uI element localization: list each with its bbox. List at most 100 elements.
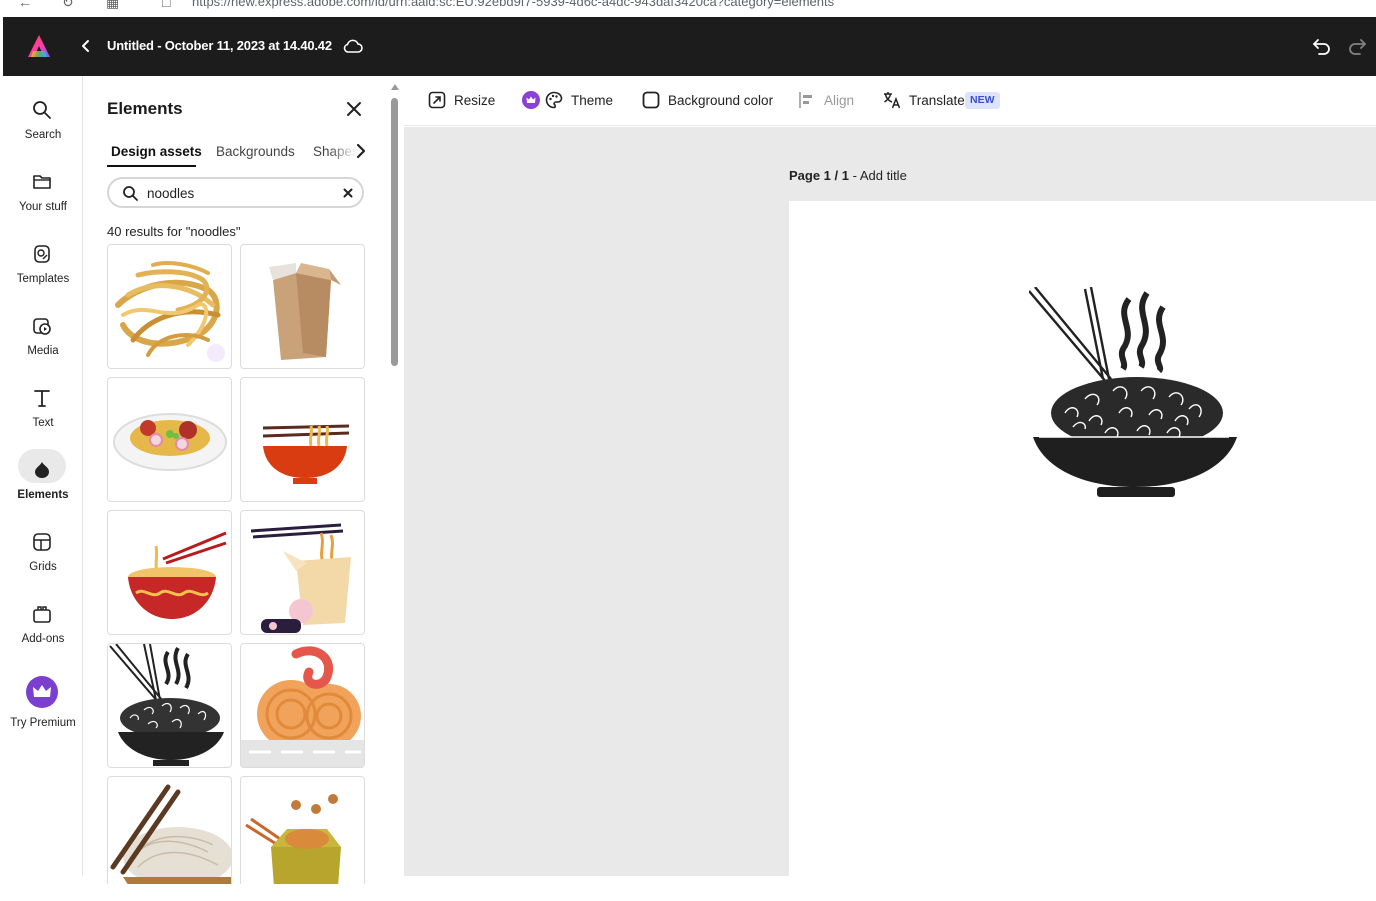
rail-label: Text — [32, 417, 54, 429]
scrollbar-thumb[interactable] — [391, 98, 398, 366]
address-bar[interactable]: https://new.express.adobe.com/id/urn:aai… — [192, 0, 834, 9]
resize-icon — [428, 91, 446, 109]
resize-button[interactable]: Resize — [428, 91, 540, 111]
asset-tile-pasta-nest[interactable] — [107, 244, 232, 369]
asset-tile-takeout-box[interactable] — [240, 244, 365, 369]
document-title[interactable]: Untitled - October 11, 2023 at 14.40.42 — [107, 38, 332, 53]
asset-tile-green-takeout[interactable] — [240, 776, 365, 884]
elements-icon — [35, 462, 49, 478]
app-header: Untitled - October 11, 2023 at 14.40.42 — [3, 17, 1376, 76]
theme-button[interactable]: Theme — [545, 91, 617, 111]
undo-icon[interactable] — [1311, 35, 1333, 57]
page-number: Page 1 / 1 — [789, 168, 849, 183]
browser-bar: ← ↻ ▦ □ https://new.express.adobe.com/id… — [0, 0, 1376, 16]
asset-tile-brown-bowl[interactable] — [107, 776, 232, 884]
panel-title: Elements — [107, 99, 183, 118]
search-input[interactable] — [147, 183, 327, 203]
premium-crown-icon — [522, 91, 540, 109]
noodle-plate-image — [113, 413, 227, 471]
panel-scrollbar[interactable] — [388, 84, 402, 876]
palette-icon — [545, 91, 563, 109]
premium-crown-badge — [207, 344, 225, 362]
asset-tile-takeout-chopsticks[interactable] — [240, 510, 365, 635]
translate-button[interactable]: Translate NEW — [883, 91, 1003, 111]
brown-bowl-image — [110, 784, 231, 884]
rail-label: Templates — [16, 273, 70, 285]
elements-panel: Elements Design assets Backgrounds Shape… — [84, 76, 404, 884]
page-label-separator: - — [848, 168, 860, 183]
new-badge: NEW — [965, 92, 1000, 109]
rail-label: Elements — [17, 489, 69, 501]
tab-design-assets[interactable]: Design assets — [111, 144, 202, 159]
templates-icon — [34, 245, 50, 263]
search-icon — [123, 186, 138, 201]
rail-item-media[interactable]: Media — [3, 314, 83, 374]
back-chevron-icon[interactable] — [77, 36, 95, 56]
media-icon — [33, 318, 51, 335]
rail-label: Add-ons — [21, 633, 65, 645]
rail-item-add-ons[interactable]: Add-ons — [3, 602, 83, 662]
rail-item-search[interactable]: Search — [3, 98, 83, 158]
rail-item-try-premium[interactable]: Try Premium — [3, 676, 83, 746]
align-label: Align — [824, 93, 855, 108]
chevron-right-icon[interactable] — [354, 142, 368, 160]
rail-item-elements[interactable]: Elements — [3, 449, 83, 518]
grids-icon — [33, 533, 51, 551]
rail-item-text[interactable]: Text — [3, 386, 83, 446]
placed-noodle-bowl-graphic[interactable] — [1029, 287, 1239, 502]
crown-icon — [207, 344, 232, 369]
search-field — [107, 177, 364, 208]
rail-item-your-stuff[interactable]: Your stuff — [3, 170, 83, 230]
browser-back-icon[interactable]: ← — [18, 0, 32, 10]
asset-tile-red-bowl[interactable] — [240, 377, 365, 502]
rail-item-grids[interactable]: Grids — [3, 530, 83, 590]
asset-tile-black-noodle-bowl[interactable] — [107, 643, 232, 768]
asset-tile-shrimp-noodles[interactable] — [240, 643, 365, 768]
background-color-label: Background color — [668, 93, 774, 108]
theme-label: Theme — [571, 93, 614, 108]
scroll-up-arrow-icon[interactable] — [391, 84, 399, 90]
redo-icon[interactable] — [1346, 35, 1368, 57]
add-title-link[interactable]: Add title — [860, 168, 907, 183]
crown-icon — [33, 685, 51, 697]
results-count: 40 results for "noodles" — [107, 224, 241, 239]
takeout-box-image — [269, 263, 341, 360]
rail-item-templates[interactable]: Templates — [3, 242, 83, 302]
red-bowl-image — [262, 424, 350, 484]
shrimp-noodles-image — [241, 646, 364, 767]
asset-tile-ramen-bowl[interactable] — [107, 510, 232, 635]
background-color-swatch-icon — [642, 91, 660, 109]
align-button[interactable]: Align — [798, 91, 860, 111]
translate-label: Translate — [909, 93, 965, 108]
black-noodle-bowl-image — [109, 644, 224, 766]
folder-icon — [33, 175, 51, 189]
takeout-chopsticks-image — [250, 523, 351, 633]
canvas-toolbar: Resize Theme Background color Align Tran — [404, 76, 1376, 126]
rail-label: Grids — [29, 561, 57, 573]
cloud-sync-icon[interactable] — [342, 36, 364, 56]
rail-label: Try Premium — [10, 717, 76, 729]
left-rail: Search Your stuff Templates Media Text E… — [3, 76, 83, 876]
rail-label: Media — [27, 345, 59, 357]
translate-icon — [884, 92, 901, 109]
add-ons-icon — [33, 606, 51, 623]
browser-page-icon: □ — [162, 0, 171, 10]
resize-label: Resize — [454, 93, 496, 108]
adobe-express-logo[interactable] — [27, 34, 51, 58]
browser-reload-icon[interactable]: ↻ — [62, 0, 74, 11]
green-takeout-image — [245, 794, 341, 884]
search-icon — [33, 101, 51, 119]
asset-tabs: Design assets Backgrounds Shapes — [107, 138, 377, 168]
text-icon — [34, 390, 50, 407]
close-icon[interactable] — [345, 100, 363, 118]
page-label: Page 1 / 1 - Add title — [789, 168, 907, 183]
active-tab-underline — [107, 165, 196, 167]
rail-label: Search — [24, 129, 62, 141]
browser-apps-icon[interactable]: ▦ — [106, 0, 119, 11]
tab-backgrounds[interactable]: Backgrounds — [216, 144, 295, 159]
asset-tile-noodle-plate[interactable] — [107, 377, 232, 502]
background-color-button[interactable]: Background color — [642, 91, 777, 111]
clear-search-icon[interactable] — [341, 186, 355, 200]
design-page[interactable] — [789, 201, 1376, 901]
premium-badge — [26, 676, 58, 708]
